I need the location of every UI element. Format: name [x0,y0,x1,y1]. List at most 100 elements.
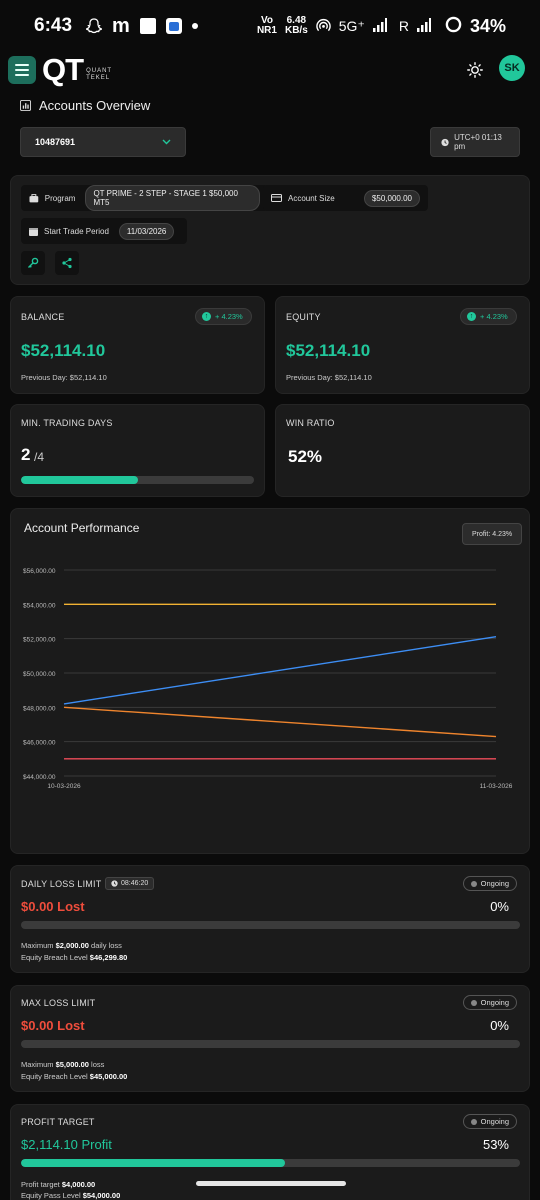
clock-icon [111,880,118,887]
max-loss-breach: Equity Breach Level $45,000.00 [21,1072,128,1081]
start-period-chip: Start Trade Period 11/03/2026 [21,218,187,244]
min-days-label: MIN. TRADING DAYS [21,418,113,428]
program-value: QT PRIME - 2 STEP - STAGE 1 $50,000 MT5 [85,185,260,211]
max-loss-value: $0.00 Lost [21,1018,85,1033]
account-select[interactable]: 10487691 [20,127,186,157]
account-performance-card: Account Performance Profit: 4.23% $56,00… [10,508,530,854]
logo-mark: QT [42,52,84,87]
profit-target-progress [21,1159,520,1167]
equity-label: EQUITY [286,312,321,322]
min-days-total: /4 [34,450,45,464]
max-loss-label: MAX LOSS LIMIT [21,998,96,1008]
bar-chart-icon [20,100,31,111]
win-ratio-card: WIN RATIO 52% [275,404,530,497]
calendar-icon [29,227,38,236]
equity-card: EQUITY ↑ + 4.23% $52,114.10 Previous Day… [275,296,530,394]
signal-bars-icon [372,17,387,35]
equity-previous: Previous Day: $52,114.10 [286,373,372,382]
status-time: 6:43 [34,15,73,36]
speed-label: 6.48 KB/s [284,15,308,36]
theme-toggle-sun-icon[interactable] [467,62,483,78]
max-loss-pct: 0% [490,1018,509,1033]
page-title: Accounts Overview [20,98,150,113]
equity-change-badge: ↑ + 4.23% [460,308,517,325]
logo[interactable]: QT QUANT TEKEL [42,54,112,86]
profit-target-value: $2,114.10 Profit [21,1137,112,1152]
x-tick-label: 10-03-2026 [47,783,81,790]
win-ratio-label: WIN RATIO [286,418,335,428]
daily-loss-pct: 0% [490,899,509,914]
equity-value: $52,114.10 [286,341,371,360]
start-period-value: 11/03/2026 [118,222,175,240]
menu-button[interactable] [8,56,36,84]
utc-time-display: UTC+0 01:13 pm [430,127,520,157]
max-loss-status: Ongoing [462,995,517,1010]
y-tick-label: $50,000.00 [23,671,56,678]
performance-title: Account Performance [24,521,140,535]
profit-target-status: Ongoing [462,1114,517,1129]
share-icon [62,257,72,269]
hotspot-icon [316,17,331,35]
min-trading-days-card: MIN. TRADING DAYS 2 /4 [10,404,265,497]
clock-icon [441,138,449,146]
daily-loss-max: Maximum $2,000.00 daily loss [21,941,122,950]
y-tick-label: $54,000.00 [23,602,56,609]
daily-loss-progress [21,921,520,929]
max-loss-limit-card: MAX LOSS LIMIT Ongoing $0.00 Lost 0% Max… [10,985,530,1092]
dot-icon [191,23,198,29]
signal-label: 5G⁺ [338,17,365,34]
balance-change-badge: ↑ + 4.23% [195,308,252,325]
daily-loss-limit-card: DAILY LOSS LIMIT 08:46:20 Ongoing $0.00 … [10,865,530,973]
status-bar: 6:43 m Vo NR1 6.48 KB/s 5G⁺ R 34% [0,0,540,52]
min-days-progress [21,476,254,484]
briefcase-icon [29,193,39,202]
daily-loss-timer: 08:46:20 [105,877,155,890]
profit-badge: Profit: 4.23% [462,523,523,545]
share-button[interactable] [55,251,79,275]
program-chip: Program QT PRIME - 2 STEP - STAGE 1 $50,… [21,185,268,211]
daily-loss-label: DAILY LOSS LIMIT [21,879,102,889]
account-size-chip: Account Size $50,000.00 [263,185,428,211]
balance-card: BALANCE ↑ + 4.23% $52,114.10 Previous Da… [10,296,265,394]
utc-time-text: UTC+0 01:13 pm [454,133,502,151]
profit-target-goal: Profit target $4,000.00 [21,1180,96,1189]
performance-chart: $56,000.00 $54,000.00 $52,000.00 $50,000.00… [23,568,513,790]
start-period-label: Start Trade Period [44,226,109,236]
user-avatar[interactable]: SK [499,55,525,81]
m-app-icon: m [112,14,130,37]
key-button[interactable] [21,251,45,275]
profit-badge-text: Profit: 4.23% [472,530,513,538]
daily-loss-timer-text: 08:46:20 [121,880,149,887]
daily-loss-breach: Equity Breach Level $46,299.80 [21,953,128,962]
up-arrow-icon: ↑ [467,312,476,321]
profit-target-label: PROFIT TARGET [21,1117,95,1127]
balance-previous: Previous Day: $52,114.10 [21,373,107,382]
logo-subtitle: QUANT TEKEL [86,68,113,81]
account-size-value: $50,000.00 [363,189,420,207]
balance-label: BALANCE [21,312,65,322]
battery-percent: 34% [469,15,506,36]
daily-loss-value: $0.00 Lost [21,899,85,914]
program-label: Program [44,193,76,203]
chevron-down-icon [162,137,171,148]
series-line-3 [63,706,497,738]
account-select-value: 10487691 [35,137,76,147]
app-notification-icon [165,18,182,34]
program-card: Program QT PRIME - 2 STEP - STAGE 1 $50,… [10,175,530,285]
equity-change-text: + 4.23% [480,312,508,321]
page-title-text: Accounts Overview [39,98,151,113]
y-tick-label: $44,000.00 [23,774,56,781]
min-days-current: 2 [21,445,31,464]
y-tick-label: $52,000.00 [23,637,56,644]
app-header: QT QUANT TEKEL SK [0,54,540,88]
series-line-2 [63,636,497,705]
y-tick-label: $48,000.00 [23,705,56,712]
profit-target-pass: Equity Pass Level $54,000.00 [21,1191,121,1200]
key-icon [28,257,39,268]
y-tick-label: $56,000.00 [23,568,56,575]
win-ratio-value: 52% [288,447,323,466]
home-indicator[interactable] [196,1181,346,1186]
y-tick-label: $46,000.00 [23,740,56,747]
snapchat-icon [86,18,103,34]
max-loss-progress [21,1040,520,1048]
